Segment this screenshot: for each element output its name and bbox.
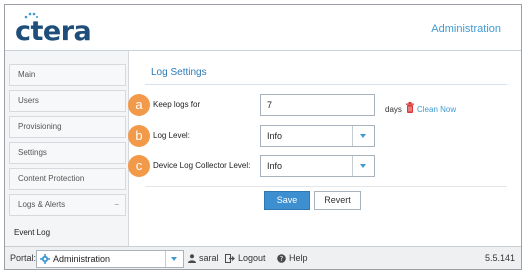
sidebar-item-label: Settings xyxy=(18,148,47,157)
sidebar-item-label: Users xyxy=(18,96,39,105)
sidebar: Main Users Provisioning Settings Content… xyxy=(5,51,129,247)
log-level-value: Info xyxy=(267,131,283,141)
log-level-label: Log Level: xyxy=(153,131,190,140)
chevron-down-icon xyxy=(171,257,177,261)
device-log-collector-label: Device Log Collector Level: xyxy=(153,161,251,170)
keep-logs-label: Keep logs for xyxy=(153,100,201,109)
collapse-icon[interactable]: − xyxy=(114,195,119,215)
page-title: Log Settings xyxy=(151,67,207,78)
callout-badge-c: c xyxy=(128,155,150,177)
callout-badge-a: a xyxy=(128,94,150,116)
save-button[interactable]: Save xyxy=(264,191,310,210)
sidebar-item-content-protection[interactable]: Content Protection xyxy=(9,168,126,190)
log-level-select[interactable]: Info xyxy=(260,125,375,147)
logout-link[interactable]: Logout xyxy=(225,253,266,263)
ctera-logo: ctera xyxy=(15,12,92,47)
help-label: Help xyxy=(289,253,308,263)
keep-logs-input[interactable]: 7 xyxy=(260,94,375,116)
gear-icon xyxy=(40,254,50,264)
revert-button[interactable]: Revert xyxy=(314,191,361,210)
sidebar-item-users[interactable]: Users xyxy=(9,90,126,112)
portal-value: Administration xyxy=(53,254,111,264)
sidebar-item-label: Provisioning xyxy=(18,122,62,131)
sidebar-item-main[interactable]: Main xyxy=(9,64,126,86)
logo-text: ctera xyxy=(15,16,92,47)
sidebar-item-label: Content Protection xyxy=(18,174,85,183)
sidebar-subitem-event-log[interactable]: Event Log xyxy=(14,226,50,240)
svg-text:?: ? xyxy=(280,255,284,263)
sidebar-item-label: Main xyxy=(18,70,36,79)
trash-icon[interactable] xyxy=(405,102,415,114)
help-icon: ? xyxy=(277,253,286,263)
sidebar-item-settings[interactable]: Settings xyxy=(9,142,126,164)
dropdown-button[interactable] xyxy=(165,251,183,267)
sidebar-item-label: Logs & Alerts xyxy=(18,200,66,209)
username: saral xyxy=(199,253,219,263)
logout-label: Logout xyxy=(238,253,266,263)
callout-badge-b: b xyxy=(128,125,150,147)
sidebar-item-logs-alerts[interactable]: Logs & Alerts − xyxy=(9,194,126,216)
portal-select[interactable]: Administration xyxy=(36,250,184,268)
dropdown-button[interactable] xyxy=(352,126,374,146)
device-log-collector-value: Info xyxy=(267,161,283,171)
user-icon xyxy=(188,253,196,263)
help-link[interactable]: ? Help xyxy=(277,253,308,263)
footer: Portal: Administration saral Logout ? He… xyxy=(5,246,521,269)
app-window: ctera Administration Main Users Provisio… xyxy=(4,4,522,270)
header-title: Administration xyxy=(431,23,501,35)
sidebar-item-provisioning[interactable]: Provisioning xyxy=(9,116,126,138)
portal-label: Portal: xyxy=(10,253,37,263)
days-unit-label: days xyxy=(385,105,402,114)
logout-icon xyxy=(225,253,235,263)
chevron-down-icon xyxy=(360,164,366,168)
chevron-down-icon xyxy=(360,134,366,138)
user-menu[interactable]: saral xyxy=(188,253,219,263)
clean-now-link[interactable]: Clean Now xyxy=(417,105,456,114)
logo-dots-icon xyxy=(24,12,38,19)
form-divider xyxy=(145,186,507,187)
device-log-collector-select[interactable]: Info xyxy=(260,155,375,177)
version-label: 5.5.141 xyxy=(484,253,515,263)
title-divider xyxy=(145,84,507,85)
header: ctera Administration xyxy=(5,5,521,51)
dropdown-button[interactable] xyxy=(352,156,374,176)
